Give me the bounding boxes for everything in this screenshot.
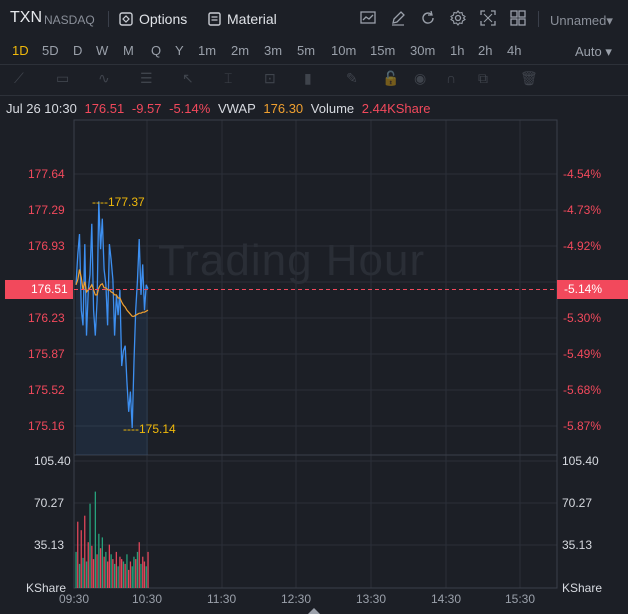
volume-bar bbox=[77, 521, 79, 588]
volume-bar bbox=[80, 530, 82, 588]
volume-bar bbox=[92, 559, 95, 588]
volume-bar bbox=[114, 563, 116, 588]
volume-bar bbox=[142, 556, 144, 588]
high-annotation: ----177.37 bbox=[92, 195, 145, 209]
time-axis-label: 09:30 bbox=[59, 592, 90, 606]
volume-bar bbox=[89, 503, 91, 588]
pct-axis-label: -5.68% bbox=[563, 383, 602, 397]
volume-axis-label-right: 35.13 bbox=[562, 538, 593, 552]
volume-bar bbox=[87, 542, 89, 588]
current-pct-tag: -5.14% bbox=[557, 280, 628, 299]
high-value: 177.37 bbox=[107, 195, 145, 209]
volume-bar bbox=[85, 561, 88, 588]
watermark: Trading Hour bbox=[158, 236, 426, 285]
time-axis-label: 12:30 bbox=[281, 592, 312, 606]
price-axis-label: 176.93 bbox=[28, 239, 65, 253]
pct-axis-label: -4.92% bbox=[563, 239, 602, 253]
price-axis-label: 177.64 bbox=[28, 167, 65, 181]
volume-bar bbox=[82, 557, 84, 588]
volume-bar bbox=[117, 566, 119, 588]
pct-axis-label: -4.54% bbox=[563, 167, 602, 181]
price-axis-label: 175.52 bbox=[28, 383, 65, 397]
volume-bar bbox=[140, 563, 142, 588]
volume-axis-label-right: 70.27 bbox=[562, 496, 593, 510]
low-value: 175.14 bbox=[138, 422, 176, 436]
pct-axis-label: -5.49% bbox=[563, 347, 602, 361]
volume-bar bbox=[108, 544, 110, 588]
volume-bar bbox=[101, 537, 103, 588]
volume-bar bbox=[128, 569, 130, 588]
volume-bar bbox=[143, 561, 146, 588]
volume-bar bbox=[98, 533, 100, 588]
volume-bar bbox=[107, 561, 109, 588]
pct-axis-label: -4.73% bbox=[563, 203, 602, 217]
pct-axis-label: -5.87% bbox=[563, 419, 602, 433]
volume-bar bbox=[129, 561, 132, 588]
price-chart[interactable] bbox=[0, 0, 628, 614]
volume-axis-label-right: 105.40 bbox=[562, 454, 599, 468]
volume-bar bbox=[147, 551, 149, 588]
time-axis-label: 11:30 bbox=[207, 592, 237, 606]
volume-bar bbox=[122, 561, 125, 588]
time-axis-label: 14:30 bbox=[431, 592, 462, 606]
volume-bar bbox=[115, 551, 117, 588]
volume-bar bbox=[75, 551, 77, 588]
price-axis-label: 177.29 bbox=[28, 203, 65, 217]
volume-bar bbox=[135, 559, 137, 588]
volume-bar bbox=[103, 556, 105, 588]
volume-bar bbox=[105, 551, 107, 588]
volume-bar bbox=[124, 563, 126, 588]
volume-bar bbox=[99, 548, 102, 588]
pct-axis-label: -5.30% bbox=[563, 311, 602, 325]
time-axis-label: 10:30 bbox=[132, 592, 163, 606]
volume-unit-label-right: KShare bbox=[562, 581, 603, 595]
volume-bar bbox=[121, 559, 123, 588]
volume-axis-label: 105.40 bbox=[34, 454, 71, 468]
current-price-tag: 176.51 bbox=[5, 280, 73, 299]
time-axis-label: 13:30 bbox=[356, 592, 387, 606]
price-axis-label: 176.23 bbox=[28, 311, 65, 325]
price-axis-label: 175.16 bbox=[28, 419, 65, 433]
volume-bar bbox=[112, 559, 114, 588]
volume-bar bbox=[133, 556, 135, 588]
time-scroll-handle bbox=[308, 608, 320, 614]
volume-bar bbox=[110, 554, 112, 588]
volume-axis-label: 70.27 bbox=[34, 496, 65, 510]
volume-bar bbox=[136, 551, 139, 588]
volume-bar bbox=[145, 566, 147, 588]
time-axis-label: 15:30 bbox=[505, 592, 536, 606]
volume-bar bbox=[96, 554, 98, 588]
price-axis-label: 175.87 bbox=[28, 347, 65, 361]
volume-bar bbox=[131, 566, 133, 588]
volume-axis-label: 35.13 bbox=[34, 538, 65, 552]
volume-bar bbox=[126, 554, 128, 588]
volume-bar bbox=[94, 491, 96, 588]
volume-bar bbox=[138, 542, 140, 588]
volume-bar bbox=[78, 563, 81, 588]
low-annotation: ----175.14 bbox=[123, 422, 176, 436]
volume-bar bbox=[119, 556, 121, 588]
volume-bar bbox=[84, 515, 86, 588]
volume-bar bbox=[91, 545, 93, 588]
